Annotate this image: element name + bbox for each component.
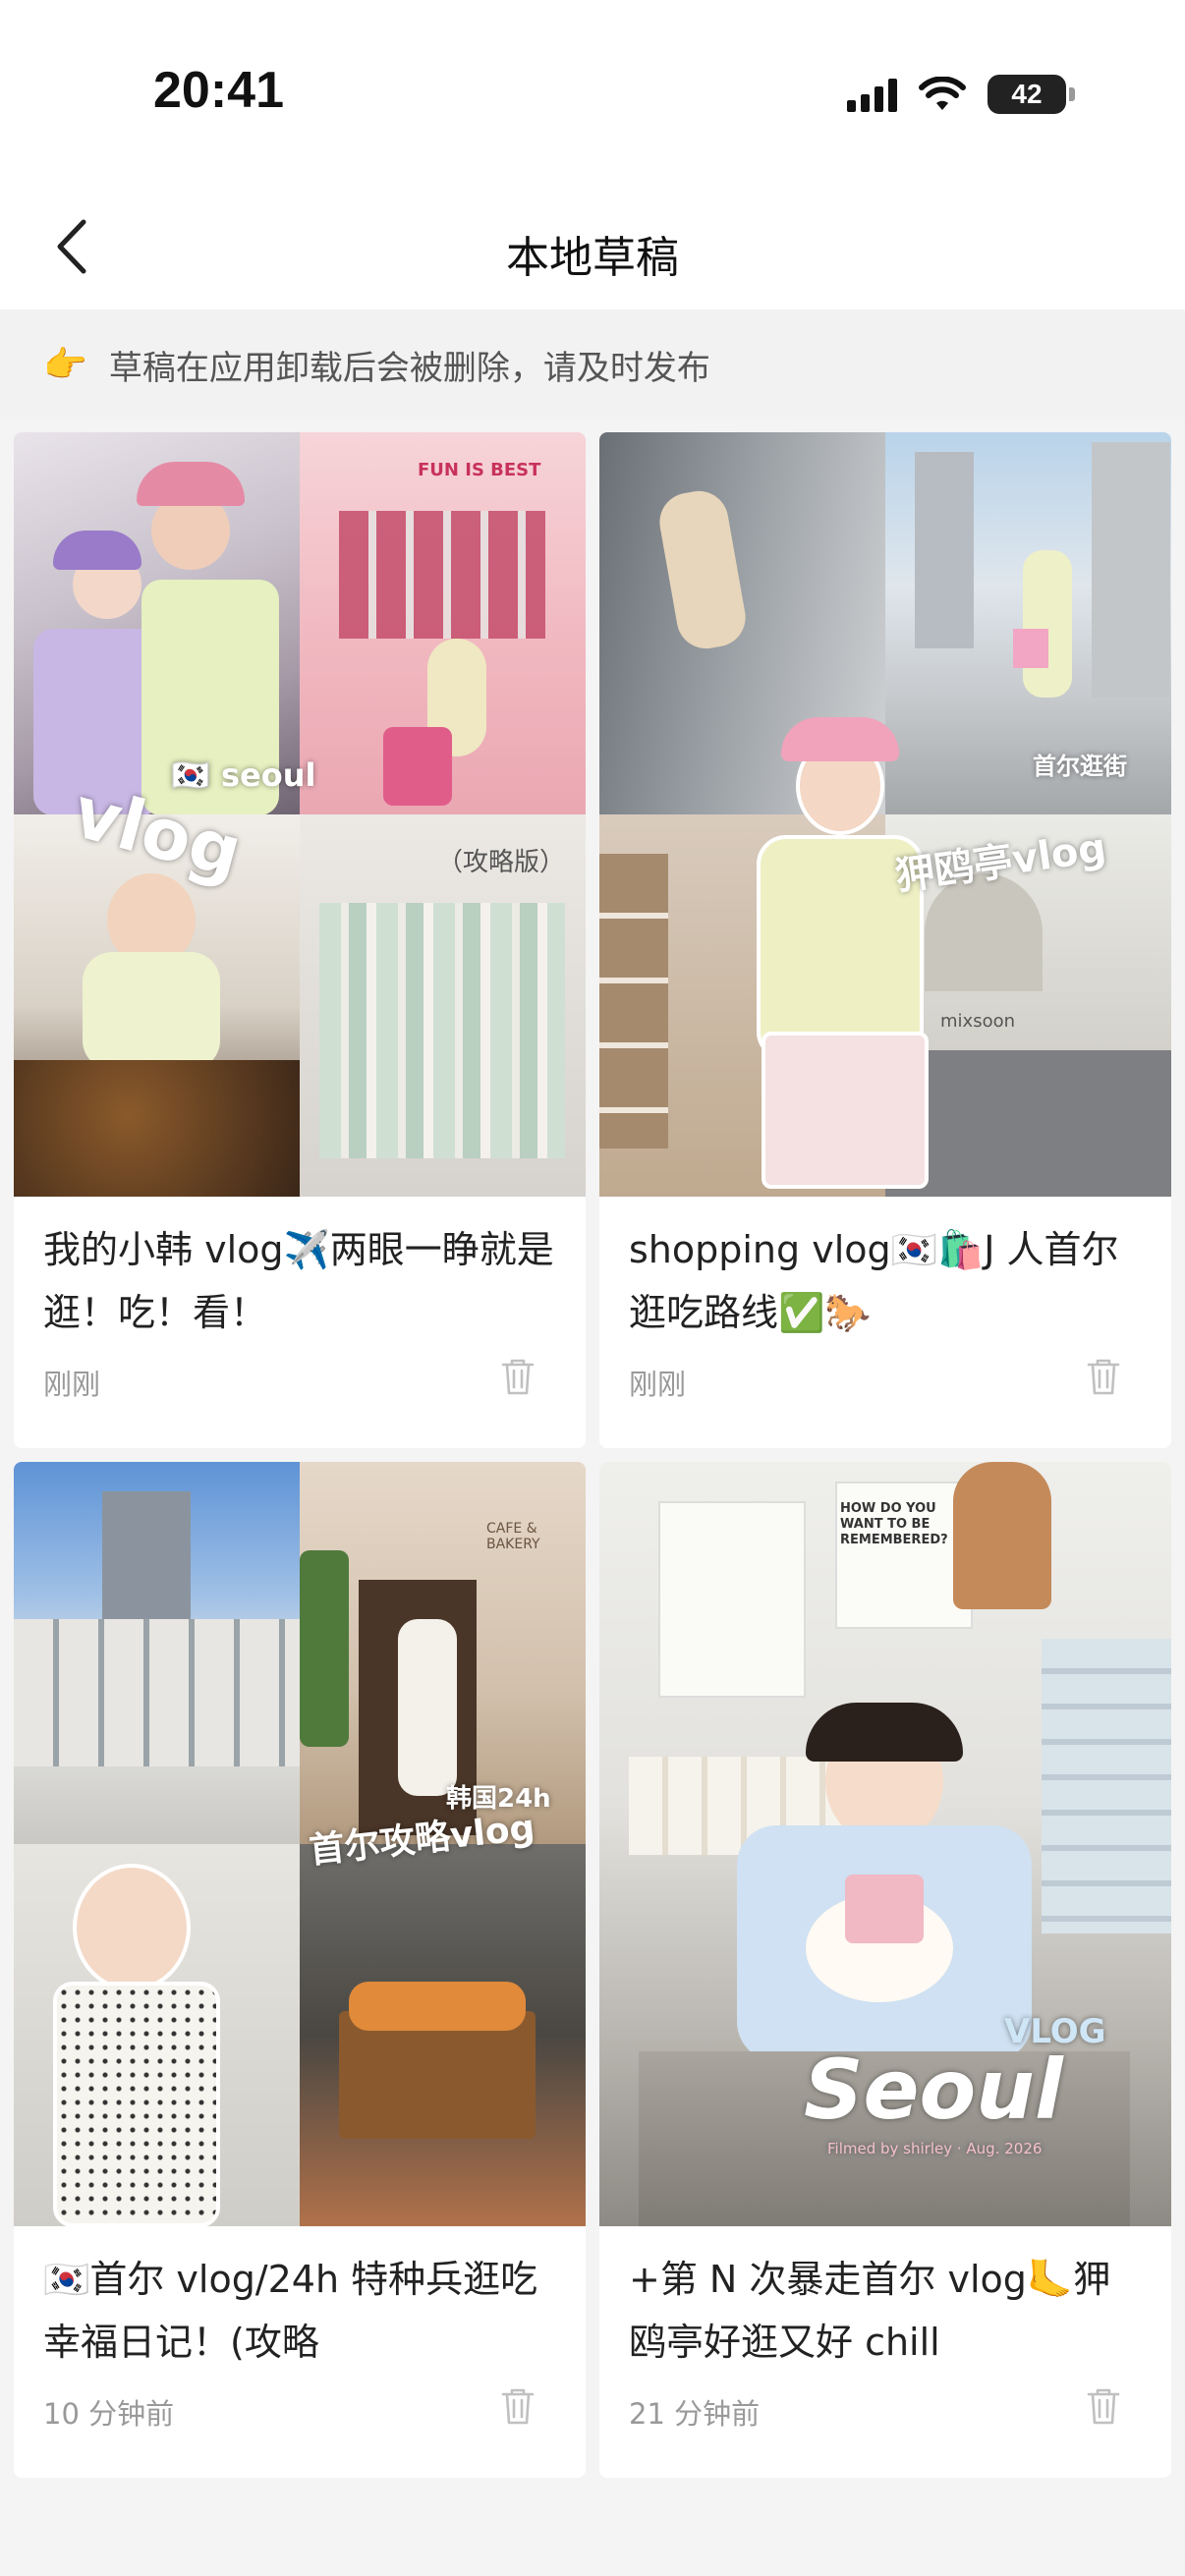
draft-cover[interactable]: FUN IS BEST （攻略版） 🇰🇷 seoul vlog	[14, 432, 586, 1197]
cover-photo	[14, 1462, 300, 1844]
cover-photo: FUN IS BEST	[300, 432, 586, 814]
draft-cover[interactable]: HOW DO YOU WANT TO BE REMEMBERED? VLOG S…	[599, 1462, 1171, 2226]
cover-photo: （攻略版）	[300, 814, 586, 1197]
wifi-icon	[919, 77, 966, 110]
cover-photo: 首尔逛街	[885, 432, 1171, 814]
trash-icon[interactable]	[1083, 2385, 1124, 2427]
cover-shop-text: mixsoon	[940, 1011, 1015, 1032]
draft-title[interactable]: 🇰🇷首尔 vlog/24h 特种兵逛吃幸福日记！(攻略	[43, 2248, 560, 2374]
pointing-hand-icon: 👉	[43, 345, 87, 385]
draft-card[interactable]: FUN IS BEST （攻略版） 🇰🇷 seoul vlog 我的小韩 vlo…	[14, 432, 586, 1448]
cover-photo	[14, 1844, 300, 2226]
drafts-grid: FUN IS BEST （攻略版） 🇰🇷 seoul vlog 我的小韩 vlo…	[14, 432, 1171, 2478]
cover-person	[747, 717, 929, 1197]
cover-poster-text: HOW DO YOU WANT TO BE REMEMBERED?	[840, 1501, 948, 1547]
draft-cover[interactable]: 首尔逛街 mixsoon 狎鸥亭vlog	[599, 432, 1171, 1197]
cover-sub-text: 🇰🇷 seoul	[171, 756, 316, 794]
draft-time: 刚刚	[43, 1368, 101, 1401]
cover-cafe-text: CAFE & BAKERY	[486, 1521, 540, 1552]
status-time: 20:41	[153, 62, 284, 119]
draft-card[interactable]: HOW DO YOU WANT TO BE REMEMBERED? VLOG S…	[599, 1462, 1171, 2478]
draft-time: 10 分钟前	[43, 2397, 175, 2431]
trash-icon[interactable]	[497, 1356, 538, 1397]
notice-text: 草稿在应用卸载后会被删除，请及时发布	[108, 348, 710, 388]
nav-bar: 本地草稿	[0, 187, 1185, 309]
status-bar: 20:41 42	[0, 0, 1185, 187]
cover-sign-text: FUN IS BEST	[418, 460, 541, 480]
battery-indicator: 42	[988, 75, 1066, 114]
draft-card[interactable]: 首尔逛街 mixsoon 狎鸥亭vlog shopping vlog🇰🇷🛍️J …	[599, 432, 1171, 1448]
cover-sub-text: 首尔逛街	[1033, 753, 1127, 780]
battery-level: 42	[1011, 79, 1043, 109]
signal-icon	[847, 77, 897, 112]
notice-banner: 👉 草稿在应用卸载后会被删除，请及时发布	[0, 309, 1185, 420]
draft-card[interactable]: CAFE & BAKERY 韩国24h 首尔攻略vlog 🇰🇷首尔 vlog/2…	[14, 1462, 586, 2478]
draft-time: 21 分钟前	[629, 2397, 761, 2431]
trash-icon[interactable]	[1083, 1356, 1124, 1397]
page-title: 本地草稿	[506, 233, 679, 283]
cover-tag-text: （攻略版）	[437, 848, 566, 877]
draft-title[interactable]: +第 N 次暴走首尔 vlog🦶狎鸥亭好逛又好 chill	[629, 2248, 1146, 2374]
cover-credit-text: Filmed by shirley · Aug. 2026	[827, 2140, 1043, 2157]
battery-nub	[1069, 87, 1075, 101]
status-icons: 42	[847, 71, 1075, 118]
draft-title[interactable]: 我的小韩 vlog✈️两眼一睁就是逛！吃！看！	[43, 1218, 560, 1344]
draft-time: 刚刚	[629, 1368, 687, 1401]
draft-cover[interactable]: CAFE & BAKERY 韩国24h 首尔攻略vlog	[14, 1462, 586, 2226]
cover-main-text: Seoul	[804, 2042, 1063, 2138]
trash-icon[interactable]	[497, 2385, 538, 2427]
cover-photo	[300, 1844, 586, 2226]
draft-title[interactable]: shopping vlog🇰🇷🛍️J 人首尔逛吃路线✅🐎	[629, 1218, 1146, 1344]
